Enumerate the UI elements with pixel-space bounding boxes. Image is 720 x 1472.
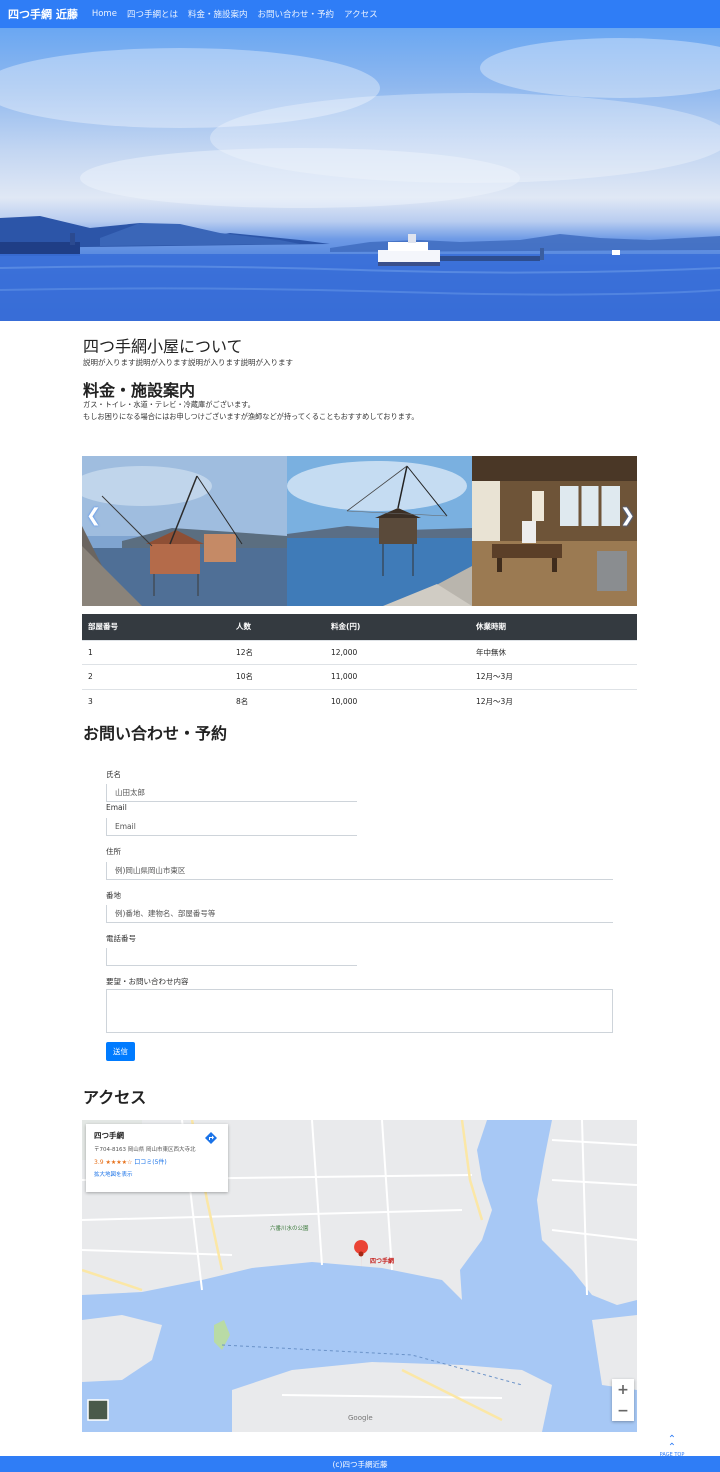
map-card-address: 〒704-8163 岡山県 岡山市東区西大寺北 xyxy=(94,1147,196,1153)
zoom-in-button[interactable]: + xyxy=(612,1379,634,1400)
map-card-rating: 3.9 ★★★★☆ 口コミ(5件) xyxy=(94,1157,220,1166)
building-label: 番地 xyxy=(106,891,121,900)
hero-image xyxy=(0,28,720,321)
address-label: 住所 xyxy=(106,847,121,856)
phone-label: 電話番号 xyxy=(106,934,136,943)
nav-price[interactable]: 料金・施設案内 xyxy=(188,8,248,20)
table-header-people: 人数 xyxy=(230,614,325,640)
message-textarea[interactable] xyxy=(106,989,613,1033)
map-card-name: 四つ手網 xyxy=(94,1131,124,1140)
map-place-park: 六番川水の公園 xyxy=(270,1226,309,1232)
about-heading: 四つ手網小屋について xyxy=(83,337,243,356)
footer-copyright: (c)四つ手網近藤 xyxy=(332,1459,388,1469)
chevron-up-icon: ⌃ ⌃ xyxy=(667,1434,677,1453)
price-text: ガス・トイレ・水道・テレビ・冷蔵庫がございます。 もしお困りになる場合にはお申し… xyxy=(83,399,419,423)
table-cell: 10,000 xyxy=(325,688,470,714)
table-cell: 3 xyxy=(82,688,230,714)
email-label: Email xyxy=(106,803,127,812)
access-heading: アクセス xyxy=(83,1088,147,1107)
map-card-reviews[interactable]: 口コミ(5件) xyxy=(134,1159,167,1166)
nav-access[interactable]: アクセス xyxy=(344,8,378,20)
table-cell: 8名 xyxy=(230,688,325,714)
footer: (c)四つ手網近藤 xyxy=(0,1456,720,1472)
map-card-enlarge-link[interactable]: 拡大地図を表示 xyxy=(94,1170,220,1178)
chevron-left-icon[interactable]: ❮ xyxy=(86,505,101,526)
about-text: 説明が入ります説明が入ります説明が入ります説明が入ります xyxy=(83,358,293,367)
table-cell: 11,000 xyxy=(325,664,470,689)
table-cell: 12月〜3月 xyxy=(470,664,637,689)
carousel-slide-fishing-hut-pier xyxy=(82,456,287,606)
map-zoom-controls: + − xyxy=(612,1379,634,1421)
directions-icon[interactable] xyxy=(204,1131,218,1145)
map-pin-icon[interactable] xyxy=(354,1252,364,1268)
contact-heading: お問い合わせ・予約 xyxy=(83,724,228,743)
chevron-right-icon[interactable]: ❯ xyxy=(620,505,635,526)
carousel-slide-fishing-net xyxy=(287,456,472,606)
message-label: 要望・お問い合わせ内容 xyxy=(106,977,189,986)
price-table: 部屋番号 人数 料金(円) 休業時期 1 12名 12,000 年中無休 2 1… xyxy=(82,614,637,714)
name-field[interactable]: 山田太郎 xyxy=(106,784,357,802)
table-cell: 12名 xyxy=(230,639,325,665)
map-pin-label: 四つ手網 xyxy=(370,1258,395,1265)
page-top-button[interactable]: ⌃ ⌃ PAGE TOP xyxy=(657,1434,687,1459)
table-cell: 10名 xyxy=(230,664,325,689)
phone-field[interactable] xyxy=(106,948,357,966)
table-cell: 12月〜3月 xyxy=(470,688,637,714)
price-heading: 料金・施設案内 xyxy=(83,381,196,400)
carousel-slide-hut-interior xyxy=(472,456,637,606)
google-logo: Google xyxy=(348,1414,373,1422)
name-label: 氏名 xyxy=(106,770,121,779)
zoom-out-button[interactable]: − xyxy=(612,1400,634,1421)
address-field[interactable]: 例)岡山県岡山市東区 xyxy=(106,862,613,880)
table-header-room: 部屋番号 xyxy=(82,614,230,640)
price-text-line-2: もしお困りになる場合にはお申しつけございますが漁師などが持ってくることもおすすめ… xyxy=(83,412,419,421)
table-header-price: 料金(円) xyxy=(325,614,470,640)
table-row: 3 8名 10,000 12月〜3月 xyxy=(82,688,637,714)
table-cell: 年中無休 xyxy=(470,639,637,665)
table-row: 2 10名 11,000 12月〜3月 xyxy=(82,664,637,689)
brand-logo[interactable]: 四つ手網 近藤 xyxy=(8,6,78,22)
nav-about[interactable]: 四つ手網とは xyxy=(127,8,178,20)
map-card-stars: 3.9 ★★★★☆ xyxy=(94,1159,133,1166)
table-cell: 2 xyxy=(82,664,230,689)
submit-button[interactable]: 送信 xyxy=(106,1042,135,1061)
table-cell: 12,000 xyxy=(325,639,470,665)
email-field[interactable]: Email xyxy=(106,818,357,836)
building-field[interactable]: 例)番地、建物名、部屋番号等 xyxy=(106,905,613,923)
nav-home[interactable]: Home xyxy=(92,9,117,19)
table-row: 1 12名 12,000 年中無休 xyxy=(82,639,637,665)
price-text-line-1: ガス・トイレ・水道・テレビ・冷蔵庫がございます。 xyxy=(83,400,255,409)
table-header-row: 部屋番号 人数 料金(円) 休業時期 xyxy=(82,614,637,640)
table-header-closed: 休業時期 xyxy=(470,614,637,640)
table-cell: 1 xyxy=(82,639,230,665)
photo-carousel xyxy=(82,456,637,606)
nav-contact[interactable]: お問い合わせ・予約 xyxy=(257,8,334,20)
navbar: 四つ手網 近藤 Home 四つ手網とは 料金・施設案内 お問い合わせ・予約 アク… xyxy=(0,0,720,28)
